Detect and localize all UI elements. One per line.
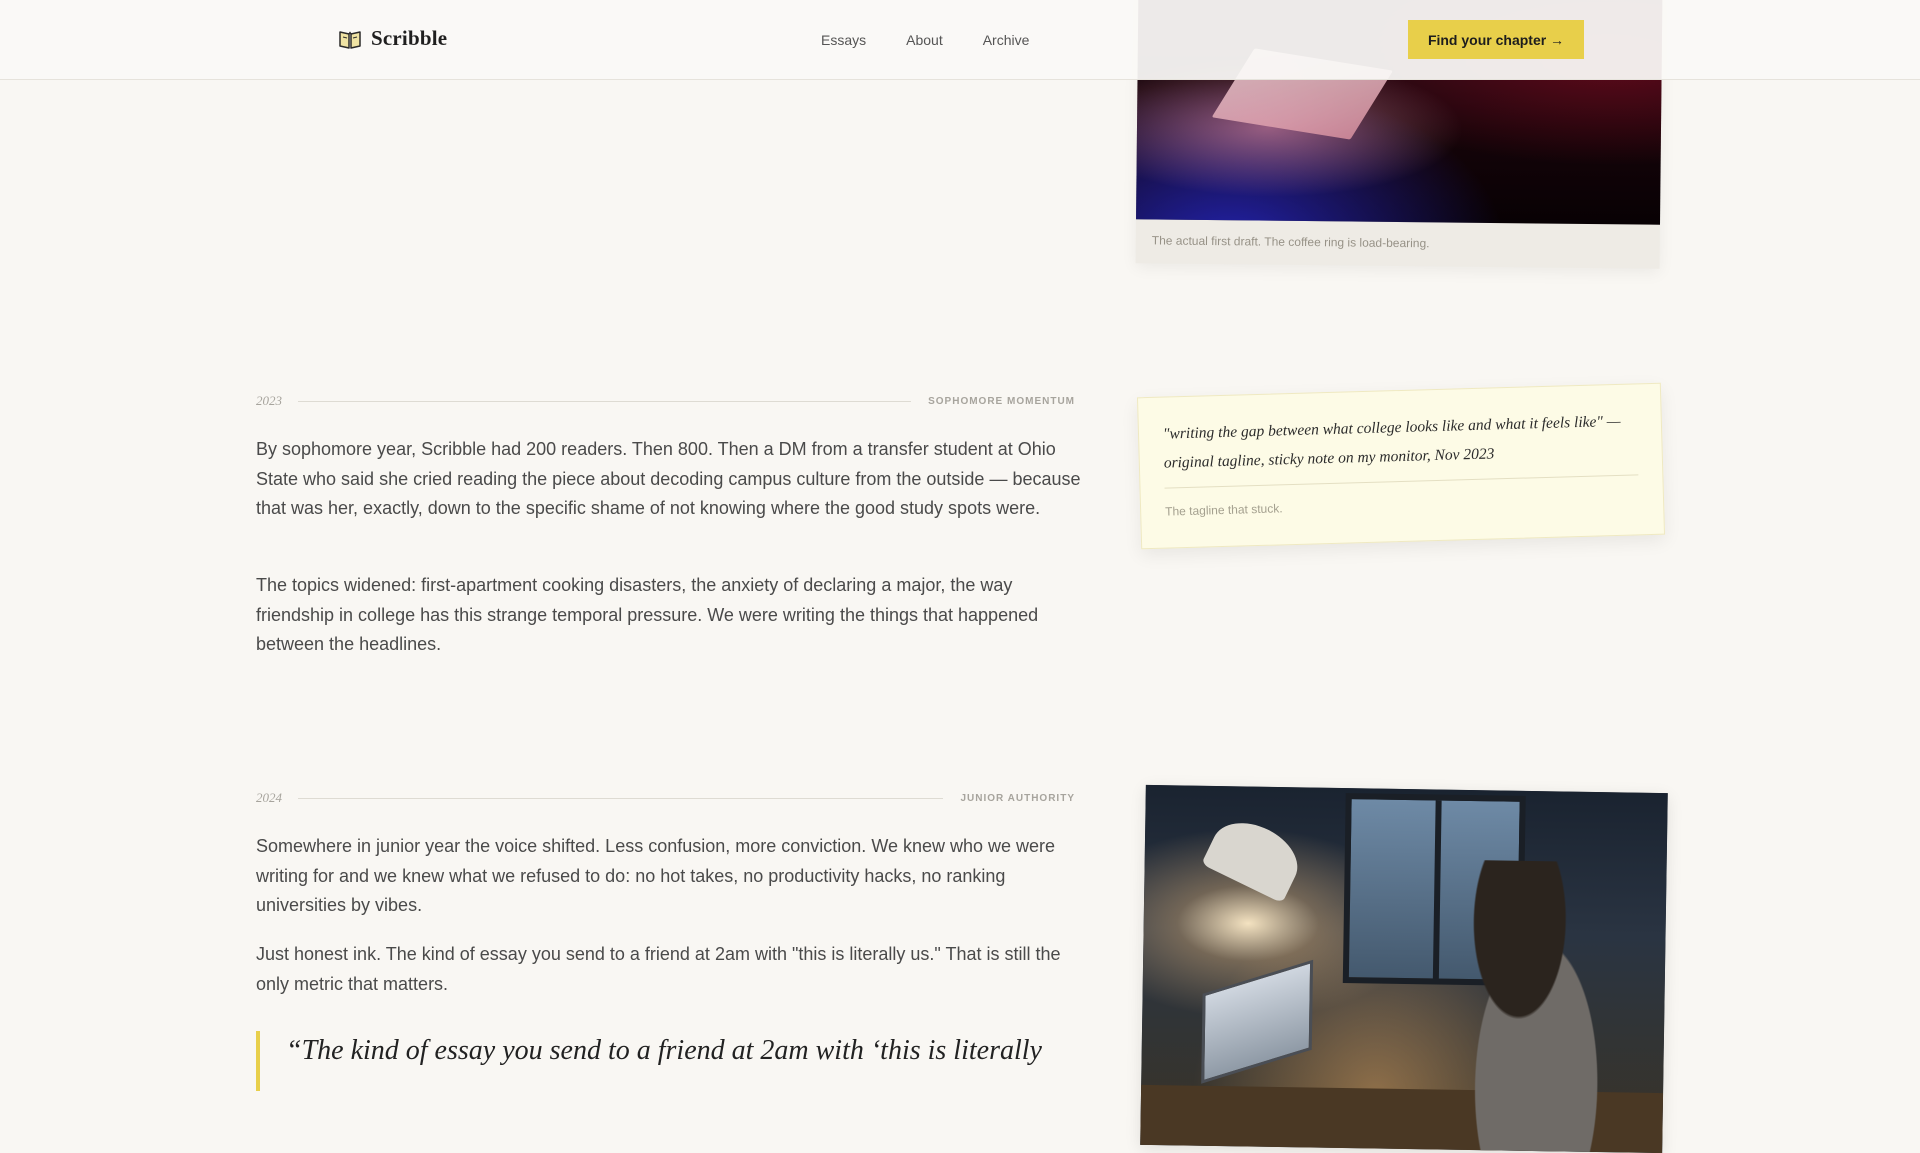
find-chapter-button[interactable]: Find your chapter →	[1408, 20, 1584, 59]
year-divider-2023: 2023 SOPHOMORE MOMENTUM	[256, 393, 1075, 409]
open-book-icon	[338, 27, 362, 51]
pull-quote-text: “The kind of essay you send to a friend …	[286, 1035, 1042, 1066]
nav-about[interactable]: About	[906, 32, 943, 48]
nav-archive[interactable]: Archive	[983, 32, 1030, 48]
main-nav: Essays About Archive	[821, 32, 1029, 48]
nav-essays[interactable]: Essays	[821, 32, 866, 48]
section-2024-paragraph-1: Somewhere in junior year the voice shift…	[256, 836, 1056, 915]
sticky-note-card: "writing the gap between what college lo…	[1136, 382, 1666, 550]
section-2024-paragraph-2: Just honest ink. The kind of essay you s…	[256, 944, 1061, 994]
brand-logo[interactable]: Scribble	[338, 26, 447, 51]
sticky-caption: The tagline that stuck.	[1164, 501, 1283, 519]
year-tag: JUNIOR AUTHORITY	[960, 792, 1075, 804]
year-divider-2024: 2024 JUNIOR AUTHORITY	[256, 790, 1075, 806]
divider-line	[298, 400, 912, 402]
section-2023-paragraph-2: The topics widened: first-apartment cook…	[256, 575, 1039, 654]
pull-quote: “The kind of essay you send to a friend …	[256, 1031, 1082, 1091]
year-label: 2023	[256, 393, 282, 408]
site-header: Scribble Essays About Archive Find your …	[0, 0, 1920, 80]
student-shape	[1440, 859, 1635, 1153]
sticky-divider	[1164, 474, 1639, 489]
student-studying-photo	[1140, 784, 1668, 1153]
photo-caption: The actual first draft. The coffee ring …	[1151, 233, 1430, 251]
divider-line	[298, 797, 944, 799]
sticky-note-quote: "writing the gap between what college lo…	[1162, 412, 1621, 472]
year-label: 2024	[256, 790, 282, 805]
section-2023-paragraph-1: By sophomore year, Scribble had 200 read…	[256, 439, 1081, 518]
brand-name: Scribble	[371, 26, 448, 50]
year-tag: SOPHOMORE MOMENTUM	[928, 395, 1075, 407]
